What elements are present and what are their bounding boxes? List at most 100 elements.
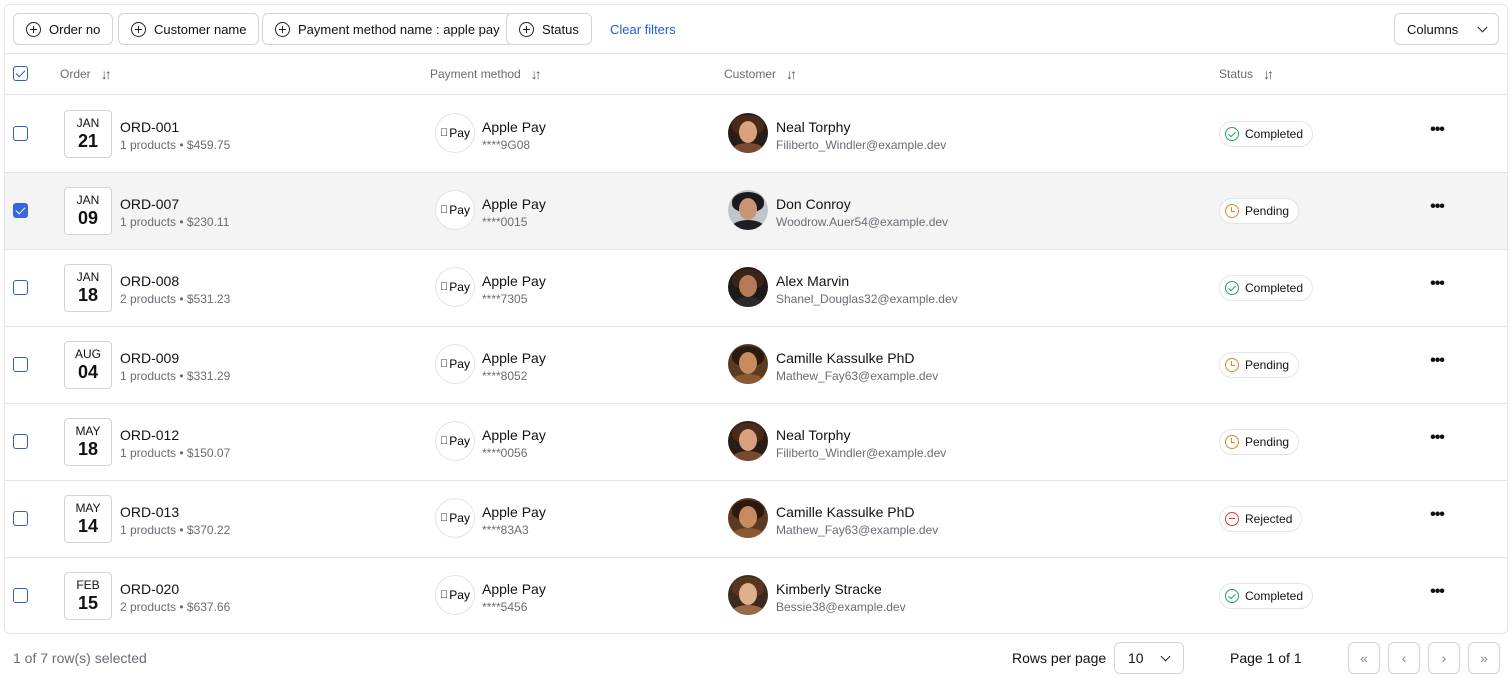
column-header-status[interactable]: Status ↓↑: [1219, 67, 1274, 81]
first-page-button[interactable]: «: [1348, 642, 1380, 674]
pay-badge-text: Pay: [445, 280, 470, 294]
rows-per-page-value: 10: [1128, 650, 1144, 666]
status-badge: Pending: [1219, 198, 1300, 224]
column-header-payment-method[interactable]: Payment method ↓↑: [430, 67, 542, 81]
row-checkbox[interactable]: [13, 434, 28, 449]
customer-name: Camille Kassulke PhD: [776, 504, 915, 520]
plus-circle-icon: [275, 21, 290, 37]
customer-email: Woodrow.Auer54@example.dev: [776, 215, 949, 229]
order-date: JAN 09: [64, 187, 112, 235]
orders-table-card: Order no Customer name Payment method na…: [4, 4, 1508, 634]
customer-email: Mathew_Fay63@example.dev: [776, 369, 939, 383]
pay-badge-text: Pay: [445, 126, 470, 140]
payment-method-name: Apple Pay: [482, 427, 546, 443]
table-header: Order ↓↑ Payment method ↓↑ Customer ↓↑ S…: [5, 54, 1507, 95]
apple-pay-logo: Pay: [435, 344, 475, 384]
previous-page-button[interactable]: ‹: [1388, 642, 1420, 674]
table-row[interactable]: MAY 14 ORD-013 1 products • $370.22 Pay…: [5, 481, 1507, 558]
status-label: Pending: [1245, 204, 1290, 218]
payment-card-number: ****0015: [482, 215, 528, 229]
payment-method-name: Apple Pay: [482, 119, 546, 135]
more-actions-icon[interactable]: •••: [1429, 430, 1445, 449]
chevron-right-icon: ›: [1441, 650, 1447, 666]
rows-per-page-label: Rows per page: [1012, 650, 1107, 666]
table-row[interactable]: JAN 09 ORD-007 1 products • $230.11 Pay…: [5, 173, 1507, 250]
row-checkbox[interactable]: [13, 280, 28, 295]
column-header-order[interactable]: Order ↓↑: [60, 67, 112, 81]
sort-icon[interactable]: ↓↑: [786, 67, 797, 81]
clear-filters-link[interactable]: Clear filters: [610, 22, 676, 37]
order-number: ORD-009: [120, 350, 180, 366]
order-summary: 1 products • $331.29: [120, 369, 231, 383]
order-month: MAY: [75, 424, 101, 438]
sort-icon[interactable]: ↓↑: [101, 67, 112, 81]
payment-card-number: ****9G08: [482, 138, 531, 152]
order-day: 18: [77, 439, 99, 459]
customer-email: Shanel_Douglas32@example.dev: [776, 292, 958, 306]
avatar: [728, 498, 768, 538]
status-clock-icon: [1225, 204, 1239, 218]
row-checkbox[interactable]: [13, 126, 28, 141]
order-day: 09: [77, 208, 99, 228]
filter-toolbar: Order no Customer name Payment method na…: [5, 5, 1507, 54]
order-date: MAY 18: [64, 418, 112, 466]
filter-order-no-button[interactable]: Order no: [13, 13, 114, 45]
more-actions-icon[interactable]: •••: [1429, 199, 1445, 218]
table-row[interactable]: JAN 18 ORD-008 2 products • $531.23 Pay…: [5, 250, 1507, 327]
apple-pay-logo: Pay: [435, 421, 475, 461]
column-header-label: Status: [1219, 67, 1254, 81]
more-actions-icon[interactable]: •••: [1429, 276, 1445, 295]
customer-name: Alex Marvin: [776, 273, 850, 289]
order-number: ORD-008: [120, 273, 180, 289]
row-checkbox[interactable]: [13, 357, 28, 372]
columns-button[interactable]: Columns: [1394, 13, 1499, 45]
sort-icon[interactable]: ↓↑: [1263, 67, 1274, 81]
apple-pay-logo: Pay: [435, 190, 475, 230]
next-page-button[interactable]: ›: [1428, 642, 1460, 674]
more-actions-icon[interactable]: •••: [1429, 353, 1445, 372]
order-date: FEB 15: [64, 572, 112, 620]
table-row[interactable]: JAN 21 ORD-001 1 products • $459.75 Pay…: [5, 96, 1507, 173]
column-header-customer[interactable]: Customer ↓↑: [724, 67, 797, 81]
order-summary: 1 products • $370.22: [120, 523, 231, 537]
table-row[interactable]: FEB 15 ORD-020 2 products • $637.66 Pay…: [5, 558, 1507, 633]
chevrons-right-icon: »: [1480, 650, 1488, 666]
apple-icon: : [440, 127, 448, 139]
columns-label: Columns: [1407, 21, 1459, 37]
sort-icon[interactable]: ↓↑: [531, 67, 542, 81]
status-badge: Pending: [1219, 352, 1300, 378]
apple-icon: : [440, 281, 448, 293]
customer-email: Filiberto_Windler@example.dev: [776, 138, 947, 152]
payment-method-name: Apple Pay: [482, 504, 546, 520]
row-checkbox[interactable]: [13, 203, 28, 218]
status-badge: Pending: [1219, 429, 1300, 455]
order-day: 04: [77, 362, 99, 382]
more-actions-icon[interactable]: •••: [1429, 507, 1445, 526]
more-actions-icon[interactable]: •••: [1429, 122, 1445, 141]
customer-email: Mathew_Fay63@example.dev: [776, 523, 939, 537]
order-month: MAY: [75, 501, 101, 515]
status-badge: Completed: [1219, 275, 1314, 301]
filter-label: Order no: [49, 21, 101, 37]
table-row[interactable]: MAY 18 ORD-012 1 products • $150.07 Pay…: [5, 404, 1507, 481]
row-checkbox[interactable]: [13, 511, 28, 526]
customer-email: Filiberto_Windler@example.dev: [776, 446, 947, 460]
row-checkbox[interactable]: [13, 588, 28, 603]
filter-status-button[interactable]: Status: [506, 13, 592, 45]
payment-card-number: ****8052: [482, 369, 528, 383]
order-summary: 1 products • $230.11: [120, 215, 230, 229]
pay-badge-text: Pay: [445, 511, 470, 525]
table-row[interactable]: AUG 04 ORD-009 1 products • $331.29 Pay…: [5, 327, 1507, 404]
apple-pay-logo: Pay: [435, 113, 475, 153]
more-actions-icon[interactable]: •••: [1429, 584, 1445, 603]
rows-per-page-select[interactable]: 10: [1114, 642, 1184, 674]
filter-customer-name-button[interactable]: Customer name: [118, 13, 260, 45]
selection-count: 1 of 7 row(s) selected: [13, 650, 147, 666]
order-day: 18: [77, 285, 99, 305]
order-number: ORD-001: [120, 119, 180, 135]
select-all-checkbox[interactable]: [13, 66, 28, 81]
order-date: JAN 21: [64, 110, 112, 158]
last-page-button[interactable]: »: [1468, 642, 1500, 674]
pay-badge-text: Pay: [445, 588, 470, 602]
filter-payment-method-button[interactable]: Payment method name : apple pay: [262, 13, 513, 45]
